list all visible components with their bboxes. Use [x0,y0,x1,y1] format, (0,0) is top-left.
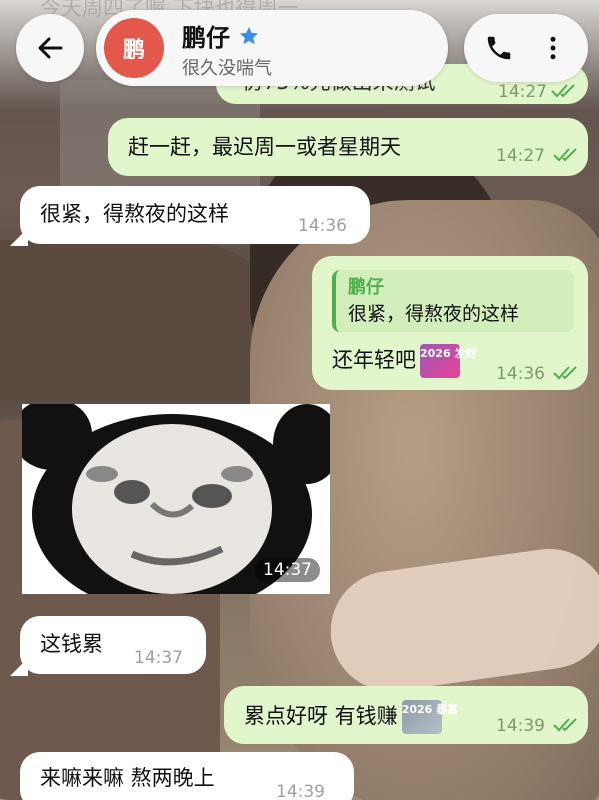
message-text: 赶一赶，最迟周一或者星期天 [128,135,401,159]
message-text: 这钱累 [40,632,103,656]
message-time: 14:37 [255,558,320,582]
message-time: 14:36 [298,216,347,236]
message-text: 很紧，得熬夜的这样 [40,202,229,226]
double-check-icon [553,366,577,380]
message-text: 还年轻吧 2026 发财 [332,344,476,378]
message-bubble-outgoing-reply[interactable]: 鹏仔 很紧，得熬夜的这样 还年轻吧 2026 发财 14:36 [312,256,588,390]
contact-info-button[interactable]: 鹏 鹏仔 很久没喘气 [96,10,448,86]
arrow-left-icon [38,37,63,59]
sticker-emoji: 2026 暴富 [401,700,458,734]
avatar[interactable]: 鹏 [104,18,164,78]
header-actions [464,14,588,82]
message-time: 14:39 [496,716,545,736]
message-text: 累点好呀 有钱赚 2026 暴富 [244,700,458,734]
contact-name-text: 鹏仔 [182,24,230,52]
message-bubble-incoming[interactable]: 很紧，得熬夜的这样 14:36 [20,186,370,244]
message-time: 14:39 [276,782,325,800]
message-time: 14:27 [496,146,545,166]
contact-status: 很久没喘气 [182,58,272,79]
star-icon [239,26,259,44]
quoted-text: 很紧，得熬夜的这样 [348,303,520,325]
quoted-reply[interactable]: 鹏仔 很紧，得熬夜的这样 [332,270,574,332]
message-bubble-outgoing[interactable]: 赶一赶，最迟周一或者星期天 14:27 [108,118,588,176]
quoted-sender: 鹏仔 [348,277,384,298]
message-time: 14:36 [496,364,545,384]
contact-name: 鹏仔 [182,18,260,53]
double-check-icon [553,718,577,732]
message-text: 来嘛来嘛 熬两晚上 [40,766,215,790]
back-button[interactable] [16,14,84,82]
message-time: 14:37 [134,648,183,668]
chat-header: 鹏 鹏仔 很久没喘气 [0,0,599,100]
message-bubble-incoming[interactable]: 这钱累 14:37 [20,616,206,674]
message-bubble-incoming[interactable]: 来嘛来嘛 熬两晚上 14:39 [20,752,354,800]
message-bubble-outgoing[interactable]: 累点好呀 有钱赚 2026 暴富 14:39 [224,686,588,744]
image-message[interactable]: 14:37 [22,404,330,594]
phone-icon[interactable] [484,33,514,63]
more-vertical-icon[interactable] [538,33,568,63]
double-check-icon [553,148,577,162]
sticker-emoji: 2026 发财 [420,344,476,378]
